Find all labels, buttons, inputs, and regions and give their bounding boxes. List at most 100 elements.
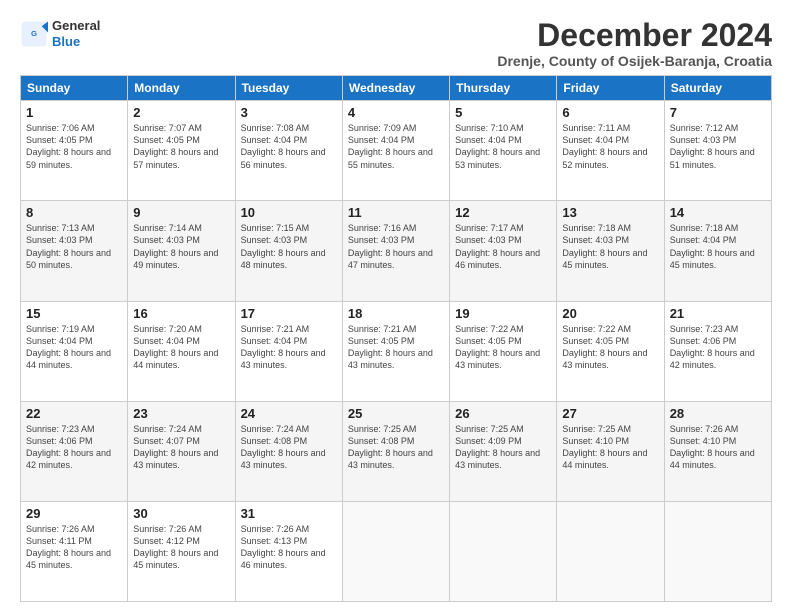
week-row-3: 15 Sunrise: 7:19 AM Sunset: 4:04 PM Dayli… bbox=[21, 301, 772, 401]
day-number: 6 bbox=[562, 105, 658, 120]
day-number: 10 bbox=[241, 205, 337, 220]
day-number: 31 bbox=[241, 506, 337, 521]
day-info: Sunrise: 7:20 AM Sunset: 4:04 PM Dayligh… bbox=[133, 323, 229, 372]
day-number: 17 bbox=[241, 306, 337, 321]
weekday-saturday: Saturday bbox=[664, 76, 771, 101]
day-info: Sunrise: 7:17 AM Sunset: 4:03 PM Dayligh… bbox=[455, 222, 551, 271]
day-number: 29 bbox=[26, 506, 122, 521]
weekday-friday: Friday bbox=[557, 76, 664, 101]
day-cell: 3 Sunrise: 7:08 AM Sunset: 4:04 PM Daylig… bbox=[235, 101, 342, 201]
weekday-thursday: Thursday bbox=[450, 76, 557, 101]
day-cell: 7 Sunrise: 7:12 AM Sunset: 4:03 PM Daylig… bbox=[664, 101, 771, 201]
day-cell: 1 Sunrise: 7:06 AM Sunset: 4:05 PM Daylig… bbox=[21, 101, 128, 201]
day-cell bbox=[342, 501, 449, 601]
day-info: Sunrise: 7:06 AM Sunset: 4:05 PM Dayligh… bbox=[26, 122, 122, 171]
day-number: 24 bbox=[241, 406, 337, 421]
day-number: 30 bbox=[133, 506, 229, 521]
day-number: 2 bbox=[133, 105, 229, 120]
day-number: 5 bbox=[455, 105, 551, 120]
day-number: 20 bbox=[562, 306, 658, 321]
day-number: 1 bbox=[26, 105, 122, 120]
day-cell: 13Sunrise: 7:18 AM Sunset: 4:03 PM Dayli… bbox=[557, 201, 664, 301]
day-cell: 22 Sunrise: 7:23 AM Sunset: 4:06 PM Dayli… bbox=[21, 401, 128, 501]
day-number: 15 bbox=[26, 306, 122, 321]
day-number: 4 bbox=[348, 105, 444, 120]
day-cell bbox=[664, 501, 771, 601]
week-row-5: 29 Sunrise: 7:26 AM Sunset: 4:11 PM Dayli… bbox=[21, 501, 772, 601]
day-cell: 31 Sunrise: 7:26 AM Sunset: 4:13 PM Dayli… bbox=[235, 501, 342, 601]
day-info: Sunrise: 7:19 AM Sunset: 4:04 PM Dayligh… bbox=[26, 323, 122, 372]
day-info: Sunrise: 7:26 AM Sunset: 4:10 PM Dayligh… bbox=[670, 423, 766, 472]
week-row-2: 8 Sunrise: 7:13 AM Sunset: 4:03 PM Daylig… bbox=[21, 201, 772, 301]
day-cell: 17 Sunrise: 7:21 AM Sunset: 4:04 PM Dayli… bbox=[235, 301, 342, 401]
day-cell: 4 Sunrise: 7:09 AM Sunset: 4:04 PM Daylig… bbox=[342, 101, 449, 201]
day-cell: 6 Sunrise: 7:11 AM Sunset: 4:04 PM Daylig… bbox=[557, 101, 664, 201]
logo-line1: General bbox=[52, 18, 100, 34]
calendar-table: SundayMondayTuesdayWednesdayThursdayFrid… bbox=[20, 75, 772, 602]
day-cell: 5 Sunrise: 7:10 AM Sunset: 4:04 PM Daylig… bbox=[450, 101, 557, 201]
day-cell bbox=[450, 501, 557, 601]
day-info: Sunrise: 7:25 AM Sunset: 4:08 PM Dayligh… bbox=[348, 423, 444, 472]
day-number: 23 bbox=[133, 406, 229, 421]
day-cell: 16 Sunrise: 7:20 AM Sunset: 4:04 PM Dayli… bbox=[128, 301, 235, 401]
day-info: Sunrise: 7:18 AM Sunset: 4:03 PM Dayligh… bbox=[562, 222, 658, 271]
day-cell: 24 Sunrise: 7:24 AM Sunset: 4:08 PM Dayli… bbox=[235, 401, 342, 501]
week-row-1: 1 Sunrise: 7:06 AM Sunset: 4:05 PM Daylig… bbox=[21, 101, 772, 201]
day-number: 16 bbox=[133, 306, 229, 321]
day-cell: 14Sunrise: 7:18 AM Sunset: 4:04 PM Dayli… bbox=[664, 201, 771, 301]
day-number: 28 bbox=[670, 406, 766, 421]
day-cell bbox=[557, 501, 664, 601]
day-info: Sunrise: 7:13 AM Sunset: 4:03 PM Dayligh… bbox=[26, 222, 122, 271]
day-cell: 23Sunrise: 7:24 AM Sunset: 4:07 PM Dayli… bbox=[128, 401, 235, 501]
day-cell: 20 Sunrise: 7:22 AM Sunset: 4:05 PM Dayli… bbox=[557, 301, 664, 401]
weekday-tuesday: Tuesday bbox=[235, 76, 342, 101]
day-info: Sunrise: 7:22 AM Sunset: 4:05 PM Dayligh… bbox=[562, 323, 658, 372]
day-info: Sunrise: 7:26 AM Sunset: 4:11 PM Dayligh… bbox=[26, 523, 122, 572]
day-info: Sunrise: 7:21 AM Sunset: 4:04 PM Dayligh… bbox=[241, 323, 337, 372]
day-number: 19 bbox=[455, 306, 551, 321]
day-info: Sunrise: 7:08 AM Sunset: 4:04 PM Dayligh… bbox=[241, 122, 337, 171]
day-info: Sunrise: 7:23 AM Sunset: 4:06 PM Dayligh… bbox=[670, 323, 766, 372]
day-cell: 26Sunrise: 7:25 AM Sunset: 4:09 PM Dayli… bbox=[450, 401, 557, 501]
day-info: Sunrise: 7:25 AM Sunset: 4:09 PM Dayligh… bbox=[455, 423, 551, 472]
day-info: Sunrise: 7:22 AM Sunset: 4:05 PM Dayligh… bbox=[455, 323, 551, 372]
day-info: Sunrise: 7:11 AM Sunset: 4:04 PM Dayligh… bbox=[562, 122, 658, 171]
day-number: 27 bbox=[562, 406, 658, 421]
day-info: Sunrise: 7:26 AM Sunset: 4:12 PM Dayligh… bbox=[133, 523, 229, 572]
day-cell: 2 Sunrise: 7:07 AM Sunset: 4:05 PM Daylig… bbox=[128, 101, 235, 201]
weekday-header-row: SundayMondayTuesdayWednesdayThursdayFrid… bbox=[21, 76, 772, 101]
day-number: 9 bbox=[133, 205, 229, 220]
logo-line2: Blue bbox=[52, 34, 100, 50]
day-info: Sunrise: 7:07 AM Sunset: 4:05 PM Dayligh… bbox=[133, 122, 229, 171]
day-cell: 18Sunrise: 7:21 AM Sunset: 4:05 PM Dayli… bbox=[342, 301, 449, 401]
title-block: December 2024 Drenje, County of Osijek-B… bbox=[497, 18, 772, 69]
weekday-sunday: Sunday bbox=[21, 76, 128, 101]
day-cell: 28 Sunrise: 7:26 AM Sunset: 4:10 PM Dayli… bbox=[664, 401, 771, 501]
logo-icon: G bbox=[20, 20, 48, 48]
day-info: Sunrise: 7:21 AM Sunset: 4:05 PM Dayligh… bbox=[348, 323, 444, 372]
day-number: 25 bbox=[348, 406, 444, 421]
day-cell: 8 Sunrise: 7:13 AM Sunset: 4:03 PM Daylig… bbox=[21, 201, 128, 301]
day-info: Sunrise: 7:10 AM Sunset: 4:04 PM Dayligh… bbox=[455, 122, 551, 171]
day-cell: 21Sunrise: 7:23 AM Sunset: 4:06 PM Dayli… bbox=[664, 301, 771, 401]
svg-text:G: G bbox=[31, 29, 37, 38]
day-info: Sunrise: 7:12 AM Sunset: 4:03 PM Dayligh… bbox=[670, 122, 766, 171]
calendar-page: G General Blue December 2024 Drenje, Cou… bbox=[0, 0, 792, 612]
day-number: 8 bbox=[26, 205, 122, 220]
month-title: December 2024 bbox=[497, 18, 772, 53]
day-info: Sunrise: 7:23 AM Sunset: 4:06 PM Dayligh… bbox=[26, 423, 122, 472]
day-number: 12 bbox=[455, 205, 551, 220]
day-cell: 10Sunrise: 7:15 AM Sunset: 4:03 PM Dayli… bbox=[235, 201, 342, 301]
day-cell: 27Sunrise: 7:25 AM Sunset: 4:10 PM Dayli… bbox=[557, 401, 664, 501]
day-info: Sunrise: 7:09 AM Sunset: 4:04 PM Dayligh… bbox=[348, 122, 444, 171]
day-info: Sunrise: 7:24 AM Sunset: 4:08 PM Dayligh… bbox=[241, 423, 337, 472]
day-cell: 19 Sunrise: 7:22 AM Sunset: 4:05 PM Dayli… bbox=[450, 301, 557, 401]
day-number: 22 bbox=[26, 406, 122, 421]
day-number: 11 bbox=[348, 205, 444, 220]
weekday-wednesday: Wednesday bbox=[342, 76, 449, 101]
day-number: 3 bbox=[241, 105, 337, 120]
location-title: Drenje, County of Osijek-Baranja, Croati… bbox=[497, 53, 772, 69]
day-info: Sunrise: 7:26 AM Sunset: 4:13 PM Dayligh… bbox=[241, 523, 337, 572]
day-number: 7 bbox=[670, 105, 766, 120]
day-cell: 9Sunrise: 7:14 AM Sunset: 4:03 PM Daylig… bbox=[128, 201, 235, 301]
